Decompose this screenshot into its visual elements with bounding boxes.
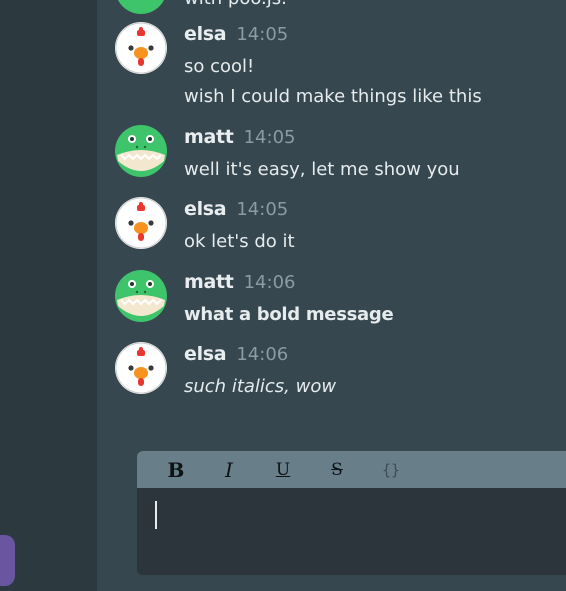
crocodile-avatar-icon[interactable]: [115, 270, 167, 322]
message-body: what a bold message: [184, 300, 394, 330]
message-text: ok let's do it: [184, 231, 295, 252]
message-text: well it's easy, let me show you: [184, 159, 460, 180]
format-toolbar: B I U S {}: [137, 451, 566, 488]
chicken-avatar-icon[interactable]: [115, 342, 167, 394]
chicken-avatar-icon[interactable]: [115, 197, 167, 249]
message-author[interactable]: elsa: [184, 23, 227, 45]
message-text: what a bold message: [184, 304, 394, 325]
message-input[interactable]: [137, 488, 566, 575]
message-body: ok let's do it: [184, 227, 295, 257]
message-timestamp: 14:05: [236, 199, 289, 220]
chicken-avatar-icon[interactable]: [115, 22, 167, 74]
message-author[interactable]: elsa: [184, 343, 227, 365]
italic-button[interactable]: I: [213, 451, 245, 488]
underline-button[interactable]: U: [267, 451, 299, 488]
crocodile-avatar-icon: [115, 0, 167, 14]
message-header: matt 14:05: [184, 125, 295, 150]
sidebar-active-indicator[interactable]: [0, 535, 15, 586]
code-button[interactable]: {}: [375, 451, 407, 488]
bold-button[interactable]: B: [160, 451, 192, 488]
chat-main: with poo.js. elsa 14:05 so cool!: [97, 0, 566, 591]
message-body: well it's easy, let me show you: [184, 155, 460, 185]
message-header: elsa 14:05: [184, 197, 288, 222]
message-text: wish I could make things like this: [184, 86, 482, 107]
message-body: so cool! wish I could make things like t…: [184, 52, 482, 112]
message-author[interactable]: matt: [184, 271, 234, 293]
message-header: elsa 14:05: [184, 22, 288, 47]
message-text: so cool!: [184, 56, 255, 77]
sidebar: [0, 0, 97, 591]
chat-app: with poo.js. elsa 14:05 so cool!: [0, 0, 566, 591]
crocodile-avatar-icon[interactable]: [115, 125, 167, 177]
message-text: with poo.js.: [184, 0, 287, 9]
message-timestamp: 14:05: [236, 24, 289, 45]
message-composer: B I U S {}: [137, 451, 566, 575]
strikethrough-button[interactable]: S: [321, 451, 353, 488]
message-timestamp: 14:05: [243, 127, 296, 148]
message-header: elsa 14:06: [184, 342, 288, 367]
message-body: such italics, wow: [184, 372, 336, 402]
message-header: matt 14:06: [184, 270, 295, 295]
message-author[interactable]: matt: [184, 126, 234, 148]
message-list: with poo.js. elsa 14:05 so cool!: [97, 0, 566, 430]
message-text: such italics, wow: [184, 376, 337, 397]
message-timestamp: 14:06: [243, 272, 296, 293]
message-author[interactable]: elsa: [184, 198, 227, 220]
text-caret: [155, 501, 157, 529]
message-timestamp: 14:06: [236, 344, 289, 365]
